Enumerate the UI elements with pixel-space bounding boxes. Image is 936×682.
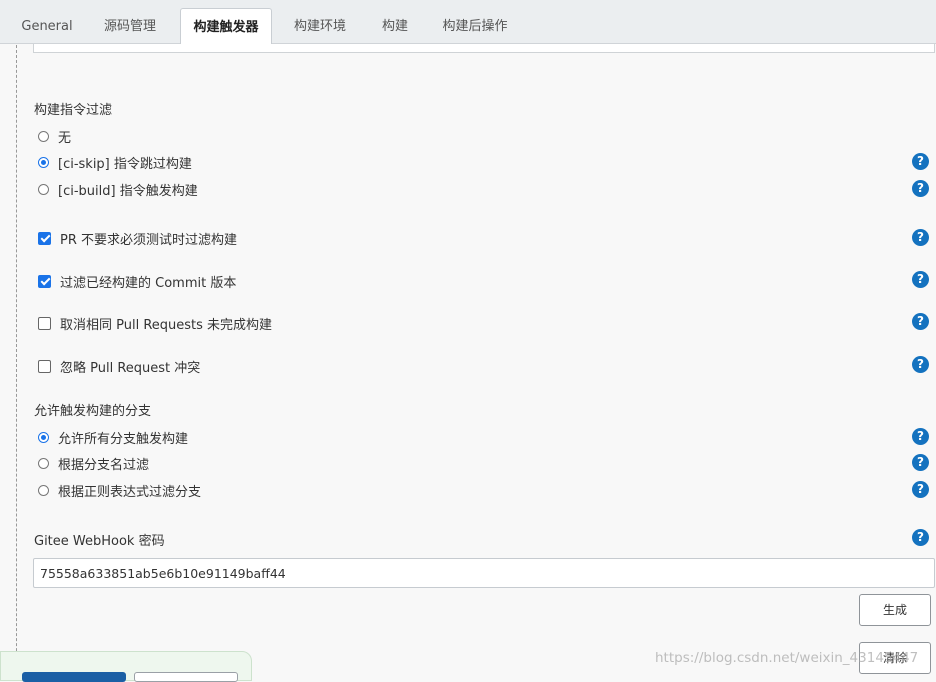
radio-none[interactable] <box>38 130 49 142</box>
help-icon[interactable]: ? <box>912 428 929 445</box>
branch-filter-option-regex[interactable]: 根据正则表达式过滤分支 <box>38 480 201 500</box>
generate-button[interactable]: 生成 <box>859 594 931 626</box>
radio-branch-name[interactable] <box>38 457 49 469</box>
checkbox-row-filter-built-commit[interactable]: 过滤已经构建的 Commit 版本 <box>38 271 236 291</box>
radio-all-branches[interactable] <box>38 431 49 443</box>
option-label: [ci-build] 指令触发构建 <box>58 183 198 199</box>
checkbox-label: 过滤已经构建的 Commit 版本 <box>60 275 237 291</box>
help-icon[interactable]: ? <box>912 529 929 546</box>
tab-build[interactable]: 构建 <box>370 8 420 44</box>
tab-post-build-actions[interactable]: 构建后操作 <box>430 8 520 44</box>
webhook-password-input[interactable] <box>33 558 935 588</box>
help-icon[interactable]: ? <box>912 153 929 170</box>
checkbox-label: PR 不要求必须测试时过滤构建 <box>60 232 238 248</box>
tab-general[interactable]: General <box>14 8 80 44</box>
option-label: [ci-skip] 指令跳过构建 <box>58 156 192 172</box>
apply-button[interactable] <box>134 672 238 682</box>
checkbox-label: 忽略 Pull Request 冲突 <box>60 360 201 376</box>
radio-ci-build[interactable] <box>38 183 49 195</box>
branch-filter-option-name[interactable]: 根据分支名过滤 <box>38 453 149 473</box>
help-icon[interactable]: ? <box>912 229 929 246</box>
instruction-filter-option-none[interactable]: 无 <box>38 126 71 146</box>
checkbox-row-cancel-same-pr[interactable]: 取消相同 Pull Requests 未完成构建 <box>38 313 272 333</box>
branch-filter-label: 允许触发构建的分支 <box>34 404 152 419</box>
section-gutter-line <box>16 45 17 676</box>
checkbox-row-ignore-pr-conflict[interactable]: 忽略 Pull Request 冲突 <box>38 356 200 376</box>
tab-build-triggers[interactable]: 构建触发器 <box>180 8 272 45</box>
checkbox-pr-no-test-filter[interactable] <box>38 231 51 245</box>
tab-build-environment[interactable]: 构建环境 <box>282 8 358 44</box>
help-icon[interactable]: ? <box>912 481 929 498</box>
branch-filter-option-all[interactable]: 允许所有分支触发构建 <box>38 427 188 447</box>
webhook-password-label: Gitee WebHook 密码 <box>34 534 165 549</box>
checkbox-cancel-same-pr[interactable] <box>38 316 51 330</box>
help-icon[interactable]: ? <box>912 313 929 330</box>
previous-field-box <box>33 44 935 53</box>
checkbox-row-pr-no-test-filter[interactable]: PR 不要求必须测试时过滤构建 <box>38 228 237 248</box>
save-button[interactable] <box>22 672 126 682</box>
option-label: 根据分支名过滤 <box>58 457 150 473</box>
clear-button[interactable]: 清除 <box>859 642 931 674</box>
help-icon[interactable]: ? <box>912 271 929 288</box>
config-tab-bar: General 源码管理 构建触发器 构建环境 构建 构建后操作 <box>0 0 936 45</box>
checkbox-filter-built-commit[interactable] <box>38 274 51 288</box>
help-icon[interactable]: ? <box>912 356 929 373</box>
radio-branch-regex[interactable] <box>38 484 49 496</box>
option-label: 允许所有分支触发构建 <box>58 431 189 447</box>
radio-ci-skip[interactable] <box>38 156 49 168</box>
instruction-filter-label: 构建指令过滤 <box>34 103 113 118</box>
checkbox-label: 取消相同 Pull Requests 未完成构建 <box>60 317 273 333</box>
option-label: 无 <box>58 130 72 146</box>
help-icon[interactable]: ? <box>912 180 929 197</box>
help-icon[interactable]: ? <box>912 454 929 471</box>
instruction-filter-option-ci-skip[interactable]: [ci-skip] 指令跳过构建 <box>38 152 192 172</box>
checkbox-ignore-pr-conflict[interactable] <box>38 359 51 373</box>
instruction-filter-option-ci-build[interactable]: [ci-build] 指令触发构建 <box>38 179 198 199</box>
tab-source-code-management[interactable]: 源码管理 <box>92 8 168 44</box>
option-label: 根据正则表达式过滤分支 <box>58 484 202 500</box>
